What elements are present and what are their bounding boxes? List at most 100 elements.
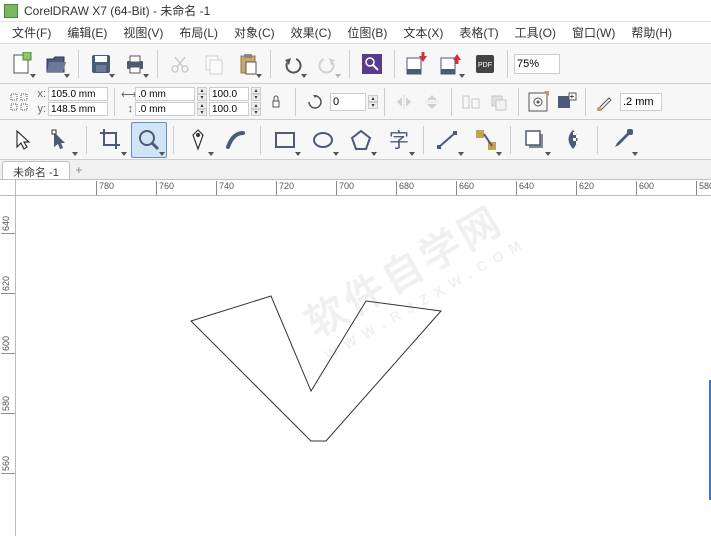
separator xyxy=(510,126,511,154)
undo-button[interactable] xyxy=(277,48,309,80)
drop-shadow-tool[interactable] xyxy=(517,122,553,158)
ruler-tick: 620 xyxy=(576,181,594,195)
crop-tool[interactable] xyxy=(93,122,129,158)
paste-button[interactable] xyxy=(232,48,264,80)
pick-tool[interactable] xyxy=(6,122,42,158)
rotation-input[interactable] xyxy=(330,93,366,111)
scale-y-input[interactable] xyxy=(209,102,249,116)
drawing-canvas[interactable]: 软件自学网 WWW.RJZXW.COM xyxy=(16,196,711,536)
scaley-spinner[interactable]: ▴▾ xyxy=(251,102,261,116)
menu-table[interactable]: 表格(T) xyxy=(453,22,504,43)
polygon-tool[interactable] xyxy=(343,122,379,158)
rotation-spinner[interactable]: ▴▾ xyxy=(368,95,378,109)
dimension-tool[interactable] xyxy=(430,122,466,158)
chevron-down-icon xyxy=(64,74,70,78)
scalex-spinner[interactable]: ▴▾ xyxy=(251,87,261,101)
menu-text[interactable]: 文本(X) xyxy=(397,22,449,43)
copy-button[interactable] xyxy=(198,48,230,80)
separator xyxy=(173,126,174,154)
open-button[interactable] xyxy=(40,48,72,80)
treat-as-filled-button[interactable]: + xyxy=(553,89,579,115)
order-button[interactable] xyxy=(486,89,512,115)
menu-layout[interactable]: 布局(L) xyxy=(173,22,224,43)
ruler-tick: 720 xyxy=(276,181,294,195)
height-spinner[interactable]: ▴▾ xyxy=(197,102,207,116)
rectangle-tool[interactable] xyxy=(267,122,303,158)
separator xyxy=(423,126,424,154)
ruler-tick: 700 xyxy=(336,181,354,195)
y-label: y: xyxy=(34,103,46,115)
separator xyxy=(585,88,586,116)
height-icon: ↕ xyxy=(121,103,133,115)
width-spinner[interactable]: ▴▾ xyxy=(197,87,207,101)
eyedropper-tool[interactable] xyxy=(604,122,640,158)
import-button[interactable] xyxy=(401,48,433,80)
snap-pixels-button[interactable] xyxy=(525,89,551,115)
menu-bitmap[interactable]: 位图(B) xyxy=(341,22,393,43)
mirror-h-button[interactable] xyxy=(391,89,417,115)
scale-x-input[interactable] xyxy=(209,87,249,101)
chevron-down-icon xyxy=(371,152,377,156)
separator xyxy=(518,88,519,116)
separator xyxy=(394,50,395,78)
separator xyxy=(384,88,385,116)
new-button[interactable] xyxy=(6,48,38,80)
zoom-level-select[interactable] xyxy=(514,54,560,74)
x-position-input[interactable] xyxy=(48,87,108,101)
align-button[interactable] xyxy=(458,89,484,115)
height-input[interactable] xyxy=(135,102,195,116)
ruler-horizontal[interactable]: 780 760 740 720 700 680 660 640 620 600 … xyxy=(16,180,711,196)
export-button[interactable] xyxy=(435,48,467,80)
outline-width-input[interactable] xyxy=(620,93,662,111)
chevron-down-icon xyxy=(256,74,262,78)
transparency-tool[interactable] xyxy=(555,122,591,158)
title-bar: CorelDRAW X7 (64-Bit) - 未命名 -1 xyxy=(0,0,711,22)
save-button[interactable] xyxy=(85,48,117,80)
ruler-tick: 620 xyxy=(1,276,15,294)
artistic-media-tool[interactable] xyxy=(218,122,254,158)
page-orientation-icon[interactable] xyxy=(6,89,32,115)
ruler-tick: 640 xyxy=(1,216,15,234)
mirror-v-button[interactable] xyxy=(419,89,445,115)
search-content-button[interactable] xyxy=(356,48,388,80)
document-tab[interactable]: 未命名 -1 xyxy=(2,161,70,179)
width-input[interactable] xyxy=(135,87,195,101)
cut-button[interactable] xyxy=(164,48,196,80)
add-tab-button[interactable]: + xyxy=(70,161,88,179)
shape-tool[interactable] xyxy=(44,122,80,158)
publish-pdf-button[interactable]: PDF xyxy=(469,48,501,80)
size-box: ⟷▴▾ ↕▴▾ xyxy=(121,87,207,116)
menu-effects[interactable]: 效果(C) xyxy=(285,22,338,43)
menu-view[interactable]: 视图(V) xyxy=(117,22,169,43)
chevron-down-icon xyxy=(121,152,127,156)
menu-help[interactable]: 帮助(H) xyxy=(625,22,678,43)
redo-button[interactable] xyxy=(311,48,343,80)
menu-tools[interactable]: 工具(O) xyxy=(509,22,562,43)
freehand-tool[interactable] xyxy=(180,122,216,158)
separator xyxy=(597,126,598,154)
ellipse-tool[interactable] xyxy=(305,122,341,158)
menu-edit[interactable]: 编辑(E) xyxy=(61,22,113,43)
lock-ratio-button[interactable] xyxy=(263,89,289,115)
connector-tool[interactable] xyxy=(468,122,504,158)
menu-window[interactable]: 窗口(W) xyxy=(566,22,621,43)
text-tool[interactable]: 字 xyxy=(381,122,417,158)
menu-object[interactable]: 对象(C) xyxy=(228,22,281,43)
print-button[interactable] xyxy=(119,48,151,80)
ruler-tick: 600 xyxy=(636,181,654,195)
menu-file[interactable]: 文件(F) xyxy=(6,22,57,43)
y-position-input[interactable] xyxy=(48,102,108,116)
rotation-icon xyxy=(302,89,328,115)
ruler-tick: 600 xyxy=(1,336,15,354)
svg-text:字: 字 xyxy=(389,129,409,152)
ruler-tick: 680 xyxy=(396,181,414,195)
ruler-tick: 580 xyxy=(696,181,711,195)
drawn-shape[interactable] xyxy=(16,196,711,536)
ruler-tick: 640 xyxy=(516,181,534,195)
chevron-down-icon xyxy=(496,152,502,156)
chevron-down-icon xyxy=(632,152,638,156)
toolbox: 字 xyxy=(0,120,711,160)
ruler-vertical[interactable]: 640 620 600 580 560 xyxy=(0,196,16,536)
ruler-origin[interactable] xyxy=(0,180,16,196)
zoom-tool[interactable] xyxy=(131,122,167,158)
